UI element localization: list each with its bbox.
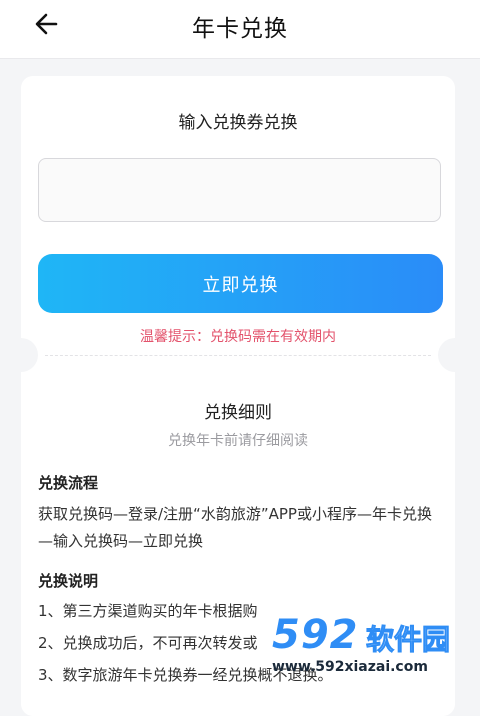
ticket-notch-left [4,338,38,372]
ticket-notch-right [438,338,472,372]
notes-heading: 兑换说明 [38,572,99,590]
process-heading: 兑换流程 [38,474,99,492]
redeem-code-input[interactable] [38,158,441,222]
validity-tip: 温馨提示：兑换码需在有效期内 [140,329,336,345]
redeem-now-button[interactable]: 立即兑换 [38,254,443,313]
process-text: 获取兑换码—登录/注册“水韵旅游”APP或小程序—年卡兑换—输入兑换码—立即兑换 [38,505,432,550]
watermark-url: www.592xiazai.com [272,659,428,675]
dashed-divider [45,355,431,356]
rules-title: 兑换细则 [204,403,272,423]
watermark-number: 592 [272,612,359,658]
page-title: 年卡兑换 [192,16,288,42]
top-bar: 年卡兑换 [0,0,480,59]
watermark-logo: 592 软件园 www.592xiazai.com [272,612,480,689]
redeem-section-title: 输入兑换券兑换 [178,113,298,133]
watermark-text: 软件园 [365,623,451,657]
rules-subtitle: 兑换年卡前请仔细阅读 [168,433,308,449]
